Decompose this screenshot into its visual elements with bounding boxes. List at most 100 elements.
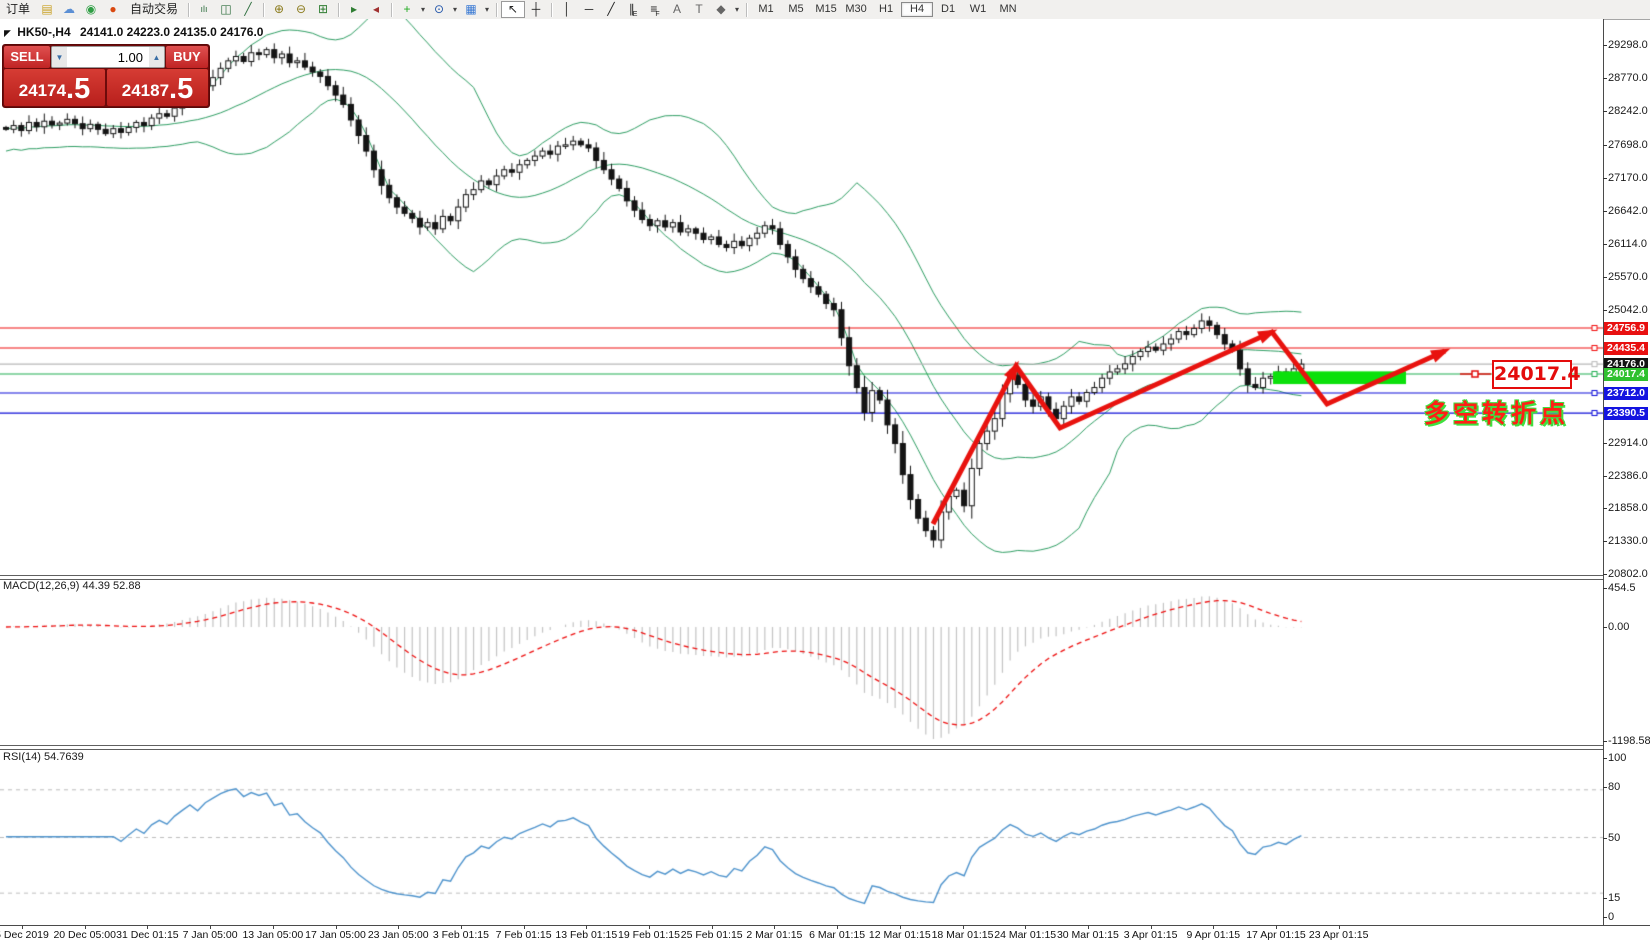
auto-trading-icon[interactable]: ● [102,1,124,18]
zoom-out-icon[interactable]: ⊖ [290,1,312,18]
price-tick-label: 29298.0 [1608,39,1648,52]
fibonacci-icon[interactable]: ≡F [644,1,666,18]
volume-decrease-button[interactable]: ▼ [52,47,67,67]
indicator-tick-mark [1603,787,1607,788]
macd-label: MACD(12,26,9) 44.39 52.88 [3,580,141,592]
bar-chart-icon[interactable]: ılı [193,1,215,18]
date-label: 9 Apr 01:15 [1186,929,1241,941]
indicator-tick-mark [1603,741,1607,742]
rsi-panel-separator[interactable] [0,745,1603,750]
timeframe-button-mn[interactable]: MN [993,2,1023,17]
chart-shift-icon[interactable]: ◂ [365,1,387,18]
timeframe-button-d1[interactable]: D1 [933,2,963,17]
price-tick-mark [1603,78,1607,80]
macd-indicator-canvas[interactable] [0,579,1603,745]
chart-ohlc-header: ◤ HK50-,H4 24141.0 24223.0 24135.0 24176… [4,25,263,39]
text-icon[interactable]: A [666,1,688,18]
text-label-icon[interactable]: T [688,1,710,18]
level-price-label: 24756.9 [1604,321,1648,335]
price-tick-mark [1603,475,1607,477]
vertical-line-icon[interactable]: │ [556,1,578,18]
buy-button[interactable]: BUY [166,46,208,68]
timeframe-button-m5[interactable]: M5 [781,2,811,17]
price-tick-label: 21330.0 [1608,535,1648,548]
macd-panel-separator[interactable] [0,575,1603,580]
timeframe-button-m1[interactable]: M1 [751,2,781,17]
cloud-sync-icon[interactable]: ☁ [58,1,80,18]
period-clock-icon[interactable]: ⊙ [428,1,450,18]
price-tick-mark [1603,45,1607,47]
dropdown-caret-icon[interactable]: ▾ [732,5,742,14]
indicator-tick-mark [1603,627,1607,628]
horizontal-line-icon[interactable]: ─ [578,1,600,18]
new-order-button[interactable]: 订单 [0,1,36,18]
price-tick-mark [1603,177,1607,179]
equidistant-channel-icon[interactable]: ∥E [622,1,644,18]
auto-scroll-icon[interactable]: ▸ [343,1,365,18]
toolbar-separator [496,2,498,17]
timeframe-button-w1[interactable]: W1 [963,2,993,17]
timeframe-button-h1[interactable]: H1 [871,2,901,17]
add-indicator-icon[interactable]: + [396,1,418,18]
price-tick-label: 27170.0 [1608,171,1648,184]
toolbar-separator [551,2,553,17]
volume-control: ▼ ▲ [51,46,165,68]
volume-increase-button[interactable]: ▲ [149,47,164,67]
date-label: 7 Feb 01:15 [495,929,552,941]
price-callout-label: 24017.4 [1492,360,1581,389]
timeframe-button-m30[interactable]: M30 [841,2,871,17]
crosshair-icon[interactable]: ┼ [525,1,547,18]
chart-symbol-period: HK50-,H4 [17,25,71,39]
sell-button[interactable]: SELL [4,46,50,68]
date-label: 24 Mar 01:15 [994,929,1057,941]
date-label: 19 Feb 01:15 [618,929,680,941]
price-tick-mark [1603,144,1607,146]
price-tick-mark [1603,574,1607,576]
template-icon[interactable]: ▦ [460,1,482,18]
price-axis-border [1603,19,1604,925]
date-label: 3 Feb 01:15 [432,929,489,941]
toolbar-separator [746,2,748,17]
rsi-indicator-canvas[interactable] [0,749,1603,925]
arrows-icon[interactable]: ◆ [710,1,732,18]
dropdown-caret-icon[interactable]: ▾ [450,5,460,14]
tile-windows-icon[interactable]: ⊞ [312,1,334,18]
volume-input[interactable] [67,47,149,67]
date-label: 7 Jan 05:00 [182,929,238,941]
toolbar-separator [263,2,265,17]
auto-trading-button[interactable]: 自动交易 [124,1,184,18]
level-price-label: 24017.4 [1604,367,1648,381]
trendline-icon[interactable]: ╱ [600,1,622,18]
timeframe-button-h4[interactable]: H4 [901,2,934,17]
indicator-tick-label: 50 [1608,832,1621,844]
dropdown-caret-icon[interactable]: ▾ [482,5,492,14]
market-signal-icon[interactable]: ◉ [80,1,102,18]
indicator-tick-mark [1603,758,1607,759]
timeframe-button-m15[interactable]: M15 [811,2,841,17]
cursor-icon[interactable]: ↖ [501,1,526,18]
zoom-in-icon[interactable]: ⊕ [268,1,290,18]
price-tick-mark [1603,508,1607,510]
date-label: 2 Mar 01:15 [746,929,803,941]
date-label: 25 Feb 01:15 [680,929,743,941]
candlestick-chart-icon[interactable]: ◫ [215,1,237,18]
main-chart-canvas[interactable] [0,19,1603,575]
dropdown-caret-icon[interactable]: ▾ [418,5,428,14]
indicator-tick-label: 0 [1608,911,1615,923]
price-tick-mark [1603,442,1607,444]
time-axis: 5 Dec 2019 20 Dec 05:00 31 Dec 01:15 7 Jan … [0,925,1650,944]
line-chart-icon[interactable]: ╱ [237,1,259,18]
buy-price-int: 24187 [121,81,170,100]
sell-price-display[interactable]: 24174.5 [4,69,105,106]
price-tick-label: 28770.0 [1608,72,1648,85]
toolbar-separator [188,2,190,17]
date-label: 18 Mar 01:15 [931,929,994,941]
indicator-tick-label: 0.00 [1608,621,1630,633]
buy-price-display[interactable]: 24187.5 [107,69,208,106]
turning-point-annotation: 多空转折点 [1424,400,1570,428]
price-tick-label: 21858.0 [1608,502,1648,515]
chart-history-icon[interactable]: ▤ [36,1,58,18]
price-tick-mark [1603,243,1607,245]
price-tick-label: 22914.0 [1608,436,1648,449]
level-price-label: 23712.0 [1604,386,1648,400]
